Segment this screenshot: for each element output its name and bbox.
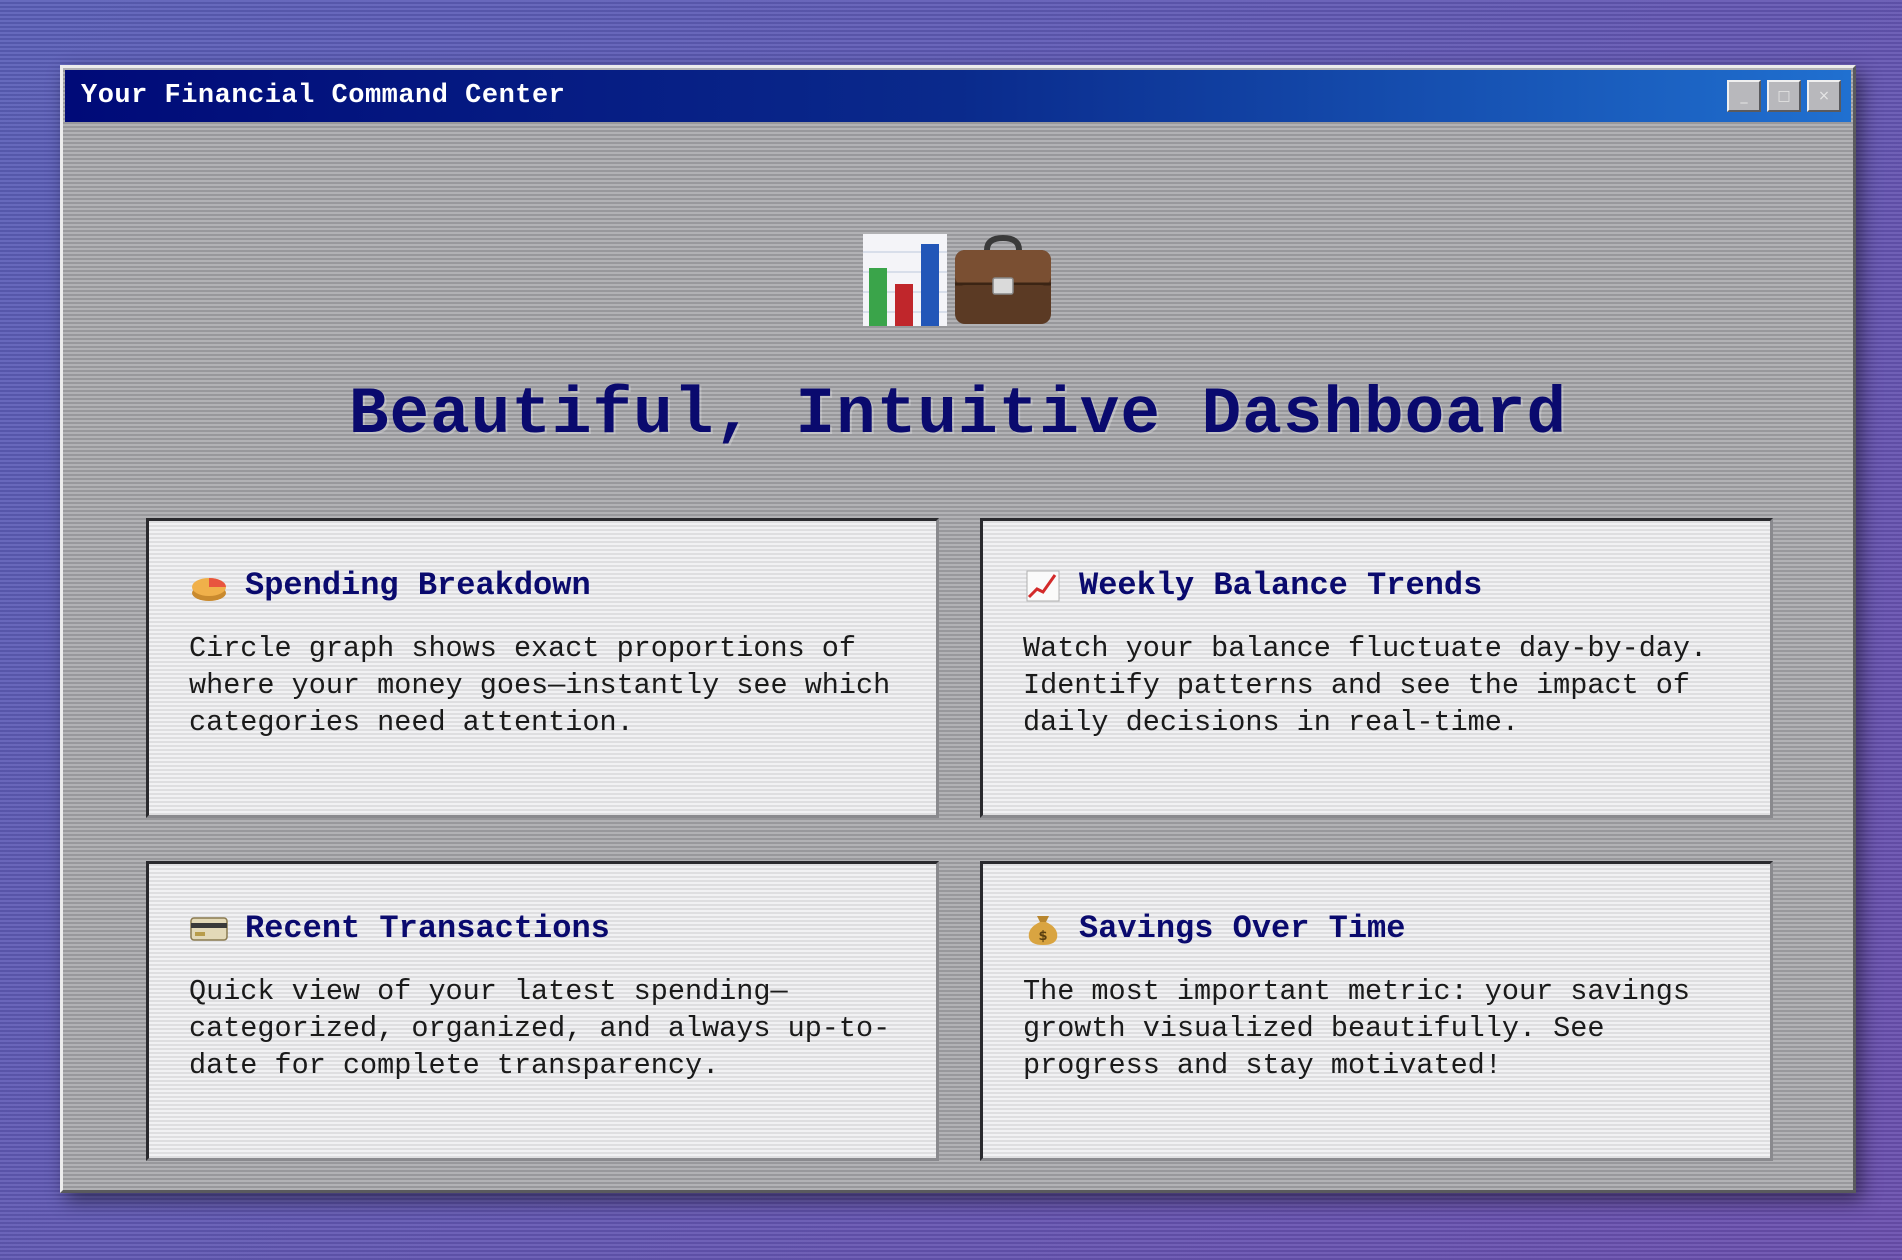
feature-card-savings: $ Savings Over Time The most important m… (980, 861, 1773, 1161)
svg-text:$: $ (1038, 929, 1047, 944)
hero-icons (63, 234, 1853, 326)
minimize-button[interactable]: _ (1727, 80, 1761, 112)
pie-chart-icon (192, 577, 226, 601)
window-controls: _ □ × (1727, 80, 1841, 112)
card-header: Spending Breakdown (189, 567, 896, 604)
window-content: Beautiful, Intuitive Dashboard Spending … (63, 122, 1853, 1190)
card-header: $ Savings Over Time (1023, 910, 1730, 947)
feature-card-balance-trends: Weekly Balance Trends Watch your balance… (980, 518, 1773, 818)
briefcase-icon (955, 234, 1051, 324)
card-header: Weekly Balance Trends (1023, 567, 1730, 604)
feature-card-transactions: Recent Transactions Quick view of your l… (146, 861, 939, 1161)
app-window: Your Financial Command Center _ □ × Beau… (60, 65, 1856, 1193)
credit-card-icon (190, 916, 228, 941)
card-description: Watch your balance fluctuate day-by-day.… (1023, 632, 1708, 739)
card-title: Weekly Balance Trends (1079, 567, 1483, 604)
feature-card-spending: Spending Breakdown Circle graph shows ex… (146, 518, 939, 818)
money-bag-icon: $ (1028, 915, 1058, 945)
card-description: Circle graph shows exact proportions of … (189, 632, 891, 739)
close-button[interactable]: × (1807, 80, 1841, 112)
card-title: Savings Over Time (1079, 910, 1406, 947)
card-title: Spending Breakdown (245, 567, 591, 604)
page-title: Beautiful, Intuitive Dashboard (348, 377, 1568, 452)
card-header: Recent Transactions (189, 910, 896, 947)
bar-chart-icon (863, 234, 947, 326)
card-description: Quick view of your latest spending—categ… (189, 975, 891, 1082)
window-title: Your Financial Command Center (81, 81, 566, 111)
card-title: Recent Transactions (245, 910, 610, 947)
trend-chart-icon (1026, 570, 1060, 601)
maximize-button[interactable]: □ (1767, 80, 1801, 112)
card-description: The most important metric: your savings … (1023, 975, 1691, 1082)
title-bar[interactable]: Your Financial Command Center _ □ × (65, 70, 1851, 122)
